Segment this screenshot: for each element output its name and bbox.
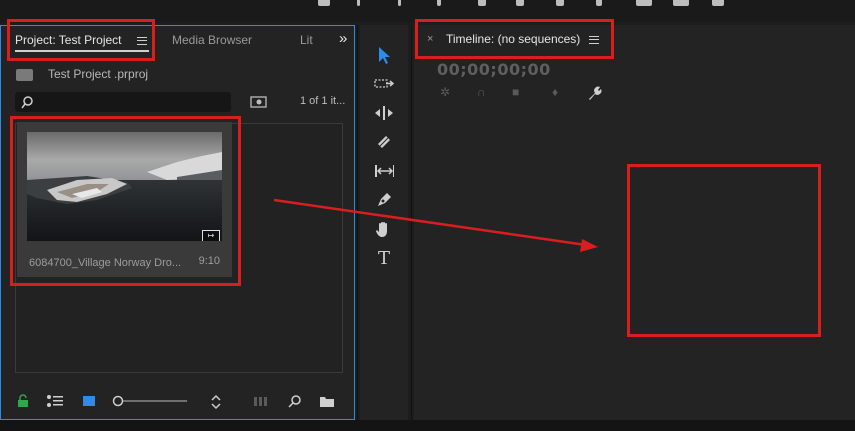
annotation-arrow xyxy=(273,198,598,252)
bottom-edge xyxy=(0,420,855,431)
